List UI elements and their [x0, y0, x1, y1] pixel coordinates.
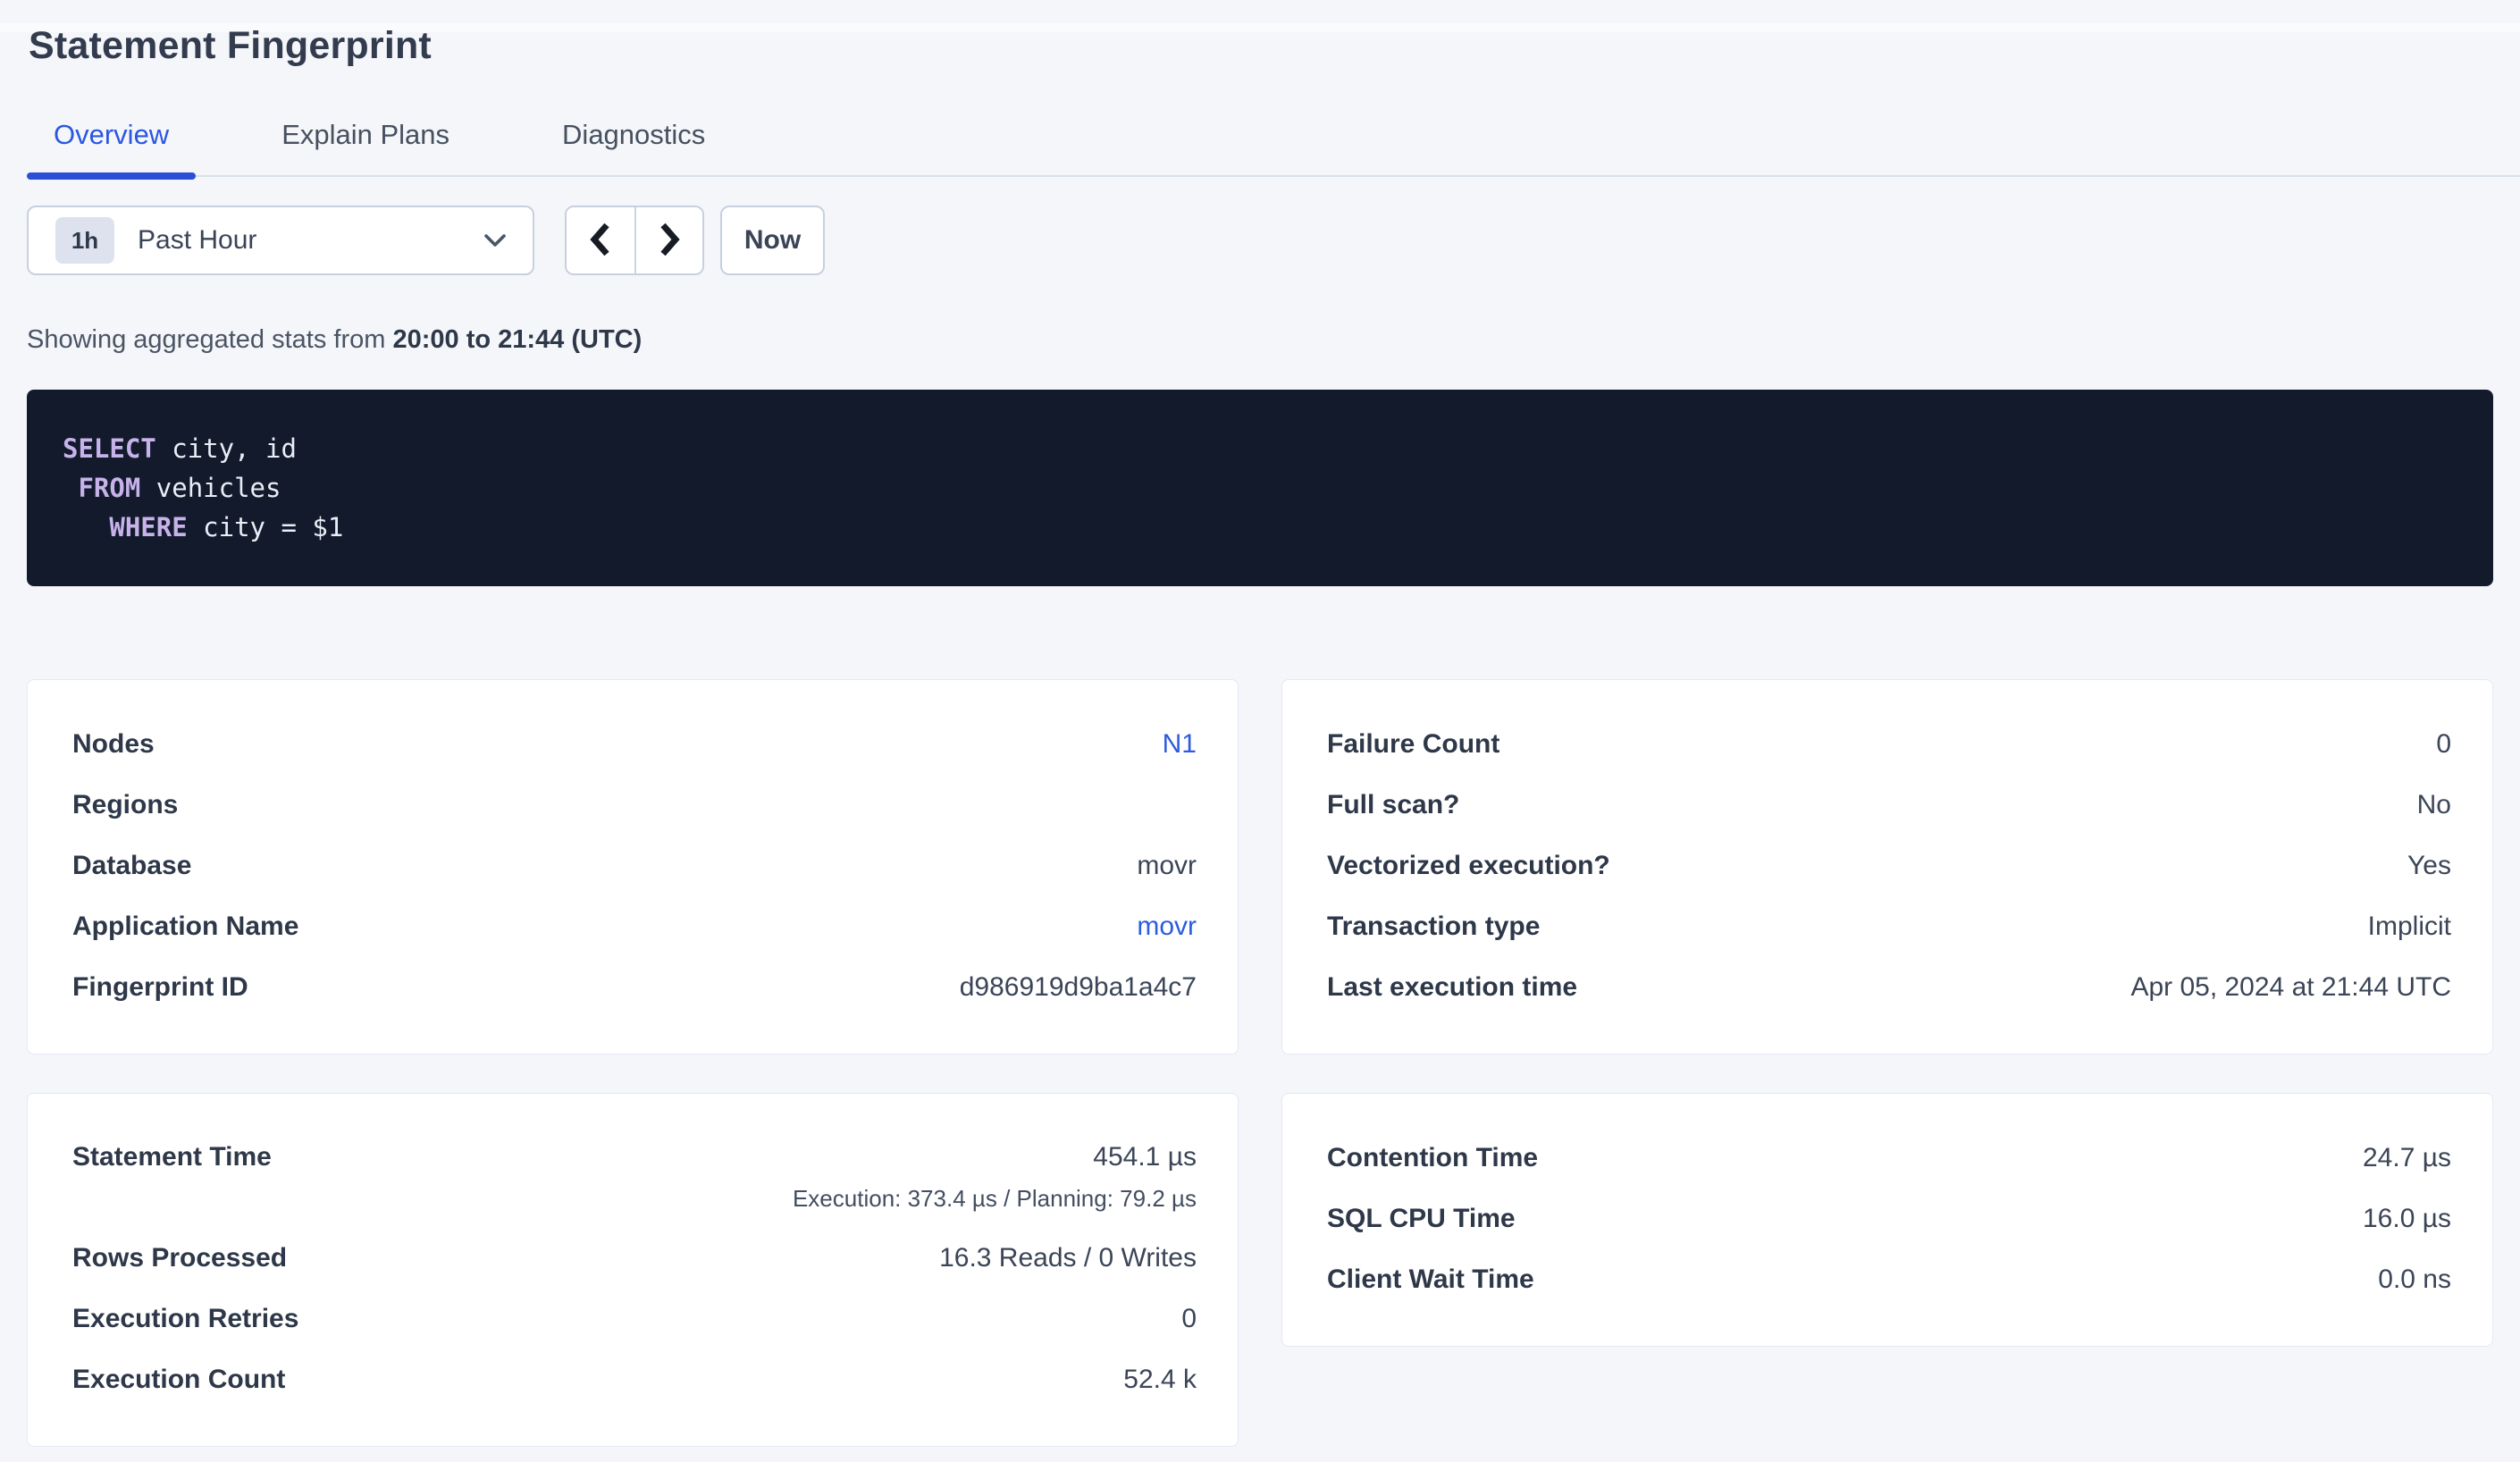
stats-line-prefix: Showing aggregated stats from: [27, 325, 392, 354]
fingerprint-id-value: d986919d9ba1a4c7: [960, 970, 1197, 1004]
sql-keyword: SELECT: [63, 433, 156, 464]
row-label-full-scan: Full scan?: [1327, 788, 1459, 822]
sql-statement-box: SELECT city, id FROM vehicles WHERE city…: [27, 390, 2493, 586]
row-label-transaction-type: Transaction type: [1327, 910, 1540, 944]
tab-explain-plans[interactable]: Explain Plans: [255, 118, 476, 175]
now-button[interactable]: Now: [720, 206, 825, 275]
time-range-nav-group: [565, 206, 704, 275]
row-label-sql-cpu-time: SQL CPU Time: [1327, 1202, 1516, 1236]
application-name-link[interactable]: movr: [1137, 910, 1197, 944]
row-label-application-name: Application Name: [72, 910, 298, 944]
time-range-dropdown[interactable]: 1h Past Hour: [27, 206, 534, 275]
tab-diagnostics[interactable]: Diagnostics: [535, 118, 732, 175]
summary-cards-grid: Nodes N1 Regions Database movr Applicati…: [27, 679, 2493, 1447]
aggregated-stats-line: Showing aggregated stats from 20:00 to 2…: [27, 323, 2493, 356]
chevron-right-icon: [653, 218, 685, 264]
row-label-statement-time: Statement Time: [72, 1140, 272, 1174]
transaction-type-value: Implicit: [2368, 910, 2451, 944]
failure-count-value: 0: [2436, 727, 2451, 761]
table-row: Database movr: [72, 836, 1197, 896]
row-label-execution-count: Execution Count: [72, 1363, 285, 1397]
sql-line: SELECT city, id: [63, 429, 2457, 468]
tab-bar: Overview Explain Plans Diagnostics: [27, 118, 2520, 177]
statement-time-value: 454.1 µs: [1093, 1140, 1197, 1174]
table-row: Statement Time 454.1 µs Execution: 373.4…: [72, 1128, 1197, 1228]
statement-info-card: Nodes N1 Regions Database movr Applicati…: [27, 679, 1239, 1054]
row-label-contention-time: Contention Time: [1327, 1141, 1538, 1175]
execution-retries-value: 0: [1181, 1302, 1197, 1336]
table-row: Fingerprint ID d986919d9ba1a4c7: [72, 957, 1197, 1018]
row-label-failure-count: Failure Count: [1327, 727, 1499, 761]
table-row: Last execution time Apr 05, 2024 at 21:4…: [1327, 957, 2451, 1018]
table-row: Nodes N1: [72, 714, 1197, 775]
page-title: Statement Fingerprint: [29, 23, 2493, 68]
chevron-down-icon: [481, 231, 509, 249]
table-row: Transaction type Implicit: [1327, 896, 2451, 957]
tab-overview[interactable]: Overview: [27, 118, 196, 175]
statement-fingerprint-page: Statement Fingerprint Overview Explain P…: [0, 23, 2520, 1447]
table-row: SQL CPU Time 16.0 µs: [1327, 1189, 2451, 1249]
table-row: Regions: [72, 775, 1197, 836]
client-wait-time-value: 0.0 ns: [2378, 1263, 2451, 1297]
table-row: Contention Time 24.7 µs: [1327, 1128, 2451, 1189]
sql-keyword: FROM: [78, 473, 140, 503]
time-range-label: Past Hour: [138, 225, 256, 256]
wait-time-card: Contention Time 24.7 µs SQL CPU Time 16.…: [1281, 1093, 2493, 1347]
row-label-nodes: Nodes: [72, 727, 155, 761]
row-label-execution-retries: Execution Retries: [72, 1302, 298, 1336]
interval-badge: 1h: [55, 217, 114, 264]
sql-line: FROM vehicles: [63, 468, 2457, 508]
next-interval-button[interactable]: [634, 207, 702, 273]
last-execution-time-value: Apr 05, 2024 at 21:44 UTC: [2130, 970, 2451, 1004]
table-row: Failure Count 0: [1327, 714, 2451, 775]
row-label-last-execution-time: Last execution time: [1327, 970, 1577, 1004]
full-scan-value: No: [2417, 788, 2451, 822]
table-row: Execution Count 52.4 k: [72, 1349, 1197, 1410]
nodes-link[interactable]: N1: [1163, 727, 1197, 761]
row-label-vectorized-execution: Vectorized execution?: [1327, 849, 1610, 883]
sql-cpu-time-value: 16.0 µs: [2363, 1202, 2451, 1236]
time-toolbar: 1h Past Hour: [27, 206, 2493, 275]
table-row: Rows Processed 16.3 Reads / 0 Writes: [72, 1228, 1197, 1289]
row-label-regions: Regions: [72, 788, 178, 822]
row-label-fingerprint-id: Fingerprint ID: [72, 970, 248, 1004]
statement-time-breakdown: Execution: 373.4 µs / Planning: 79.2 µs: [793, 1183, 1197, 1214]
row-label-database: Database: [72, 849, 191, 883]
contention-time-value: 24.7 µs: [2363, 1141, 2451, 1175]
stats-line-range: 20:00 to 21:44 (UTC): [392, 325, 642, 354]
statement-time-values: 454.1 µs Execution: 373.4 µs / Planning:…: [793, 1140, 1197, 1214]
table-row: Application Name movr: [72, 896, 1197, 957]
statement-performance-card: Statement Time 454.1 µs Execution: 373.4…: [27, 1093, 1239, 1447]
sql-line: WHERE city = $1: [63, 508, 2457, 547]
vectorized-execution-value: Yes: [2407, 849, 2451, 883]
chevron-left-icon: [584, 218, 617, 264]
table-row: Execution Retries 0: [72, 1289, 1197, 1349]
database-value: movr: [1137, 849, 1197, 883]
execution-attributes-card: Failure Count 0 Full scan? No Vectorized…: [1281, 679, 2493, 1054]
table-row: Full scan? No: [1327, 775, 2451, 836]
sql-keyword: WHERE: [109, 512, 187, 542]
rows-processed-value: 16.3 Reads / 0 Writes: [939, 1241, 1197, 1275]
execution-count-value: 52.4 k: [1123, 1363, 1197, 1397]
table-row: Vectorized execution? Yes: [1327, 836, 2451, 896]
prev-interval-button[interactable]: [567, 207, 634, 273]
row-label-client-wait-time: Client Wait Time: [1327, 1263, 1534, 1297]
row-label-rows-processed: Rows Processed: [72, 1241, 287, 1275]
table-row: Client Wait Time 0.0 ns: [1327, 1249, 2451, 1310]
